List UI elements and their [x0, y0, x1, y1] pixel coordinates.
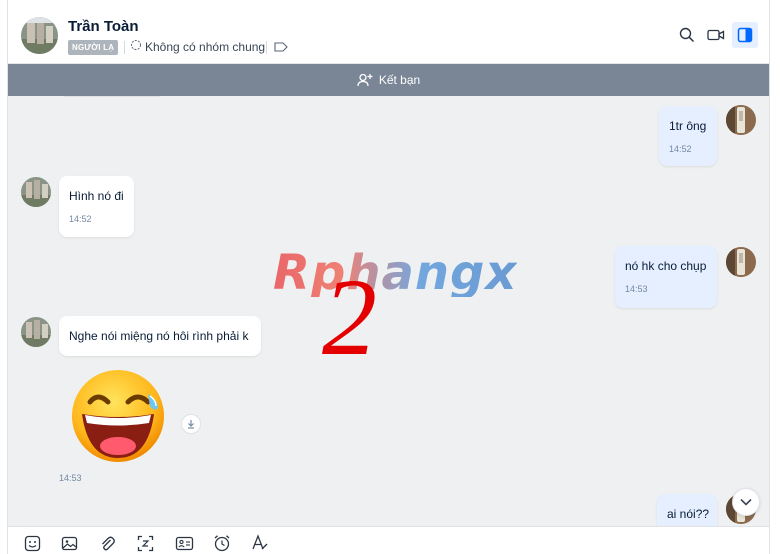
right-panel-edge — [769, 0, 781, 554]
message-list[interactable]: 1tr ông 14:52 Hình nó đi 14:52 nó hk cho… — [8, 96, 769, 526]
search-icon — [679, 27, 695, 43]
header-divider — [266, 41, 267, 54]
outgoing-message[interactable]: ai nói?? — [657, 494, 717, 526]
contact-avatar-small[interactable] — [21, 177, 51, 207]
stranger-badge: NGƯỜI LẠ — [68, 40, 119, 55]
previous-message-edge — [64, 96, 160, 97]
send-image-button[interactable] — [59, 533, 79, 553]
incoming-message[interactable]: Hình nó đi 14:52 — [59, 176, 134, 237]
add-user-icon — [357, 73, 373, 87]
screenshot-icon — [137, 535, 153, 551]
group-icon — [131, 40, 141, 50]
screenshot-button[interactable] — [135, 533, 155, 553]
video-call-button[interactable] — [703, 22, 729, 48]
chat-header: Trần Toàn NGƯỜI LẠ Không có nhóm chung — [8, 4, 769, 64]
message-time: 14:52 — [69, 214, 92, 224]
message-text: 1tr ông — [669, 119, 707, 133]
chevron-down-icon — [740, 498, 752, 506]
incoming-message[interactable]: Nghe nói miệng nó hôi rình phải k — [59, 316, 261, 356]
download-sticker-button[interactable] — [181, 414, 201, 434]
sidebar-panel-icon — [737, 27, 753, 43]
header-divider — [124, 41, 125, 54]
watermark-brand: Rphangx — [273, 245, 518, 301]
message-time: 14:52 — [669, 144, 692, 154]
contact-name: Trần Toàn — [68, 18, 139, 35]
laughing-tears-emoji-sticker[interactable] — [68, 366, 168, 466]
my-avatar[interactable] — [726, 247, 756, 277]
text-format-button[interactable] — [250, 533, 270, 553]
outgoing-message[interactable]: nó hk cho chụp 14:53 — [615, 246, 717, 308]
sticker-icon — [24, 535, 40, 551]
contact-avatar-small[interactable] — [21, 317, 51, 347]
reminder-button[interactable] — [212, 533, 232, 553]
composer-toolbar — [8, 526, 769, 554]
left-panel-edge — [0, 0, 8, 554]
contact-card-icon — [175, 536, 193, 550]
reminder-icon — [214, 535, 230, 552]
contact-avatar[interactable] — [21, 17, 58, 54]
conversation-info-button[interactable] — [732, 22, 758, 48]
message-time: 14:53 — [625, 284, 648, 294]
tag-icon[interactable] — [274, 42, 288, 52]
message-time: 14:53 — [59, 473, 82, 483]
message-text: nó hk cho chụp — [625, 259, 707, 273]
search-button[interactable] — [674, 22, 700, 48]
sticker-button[interactable] — [22, 533, 42, 553]
outgoing-message[interactable]: 1tr ông 14:52 — [659, 106, 717, 166]
video-camera-icon — [707, 29, 725, 41]
message-text: Nghe nói miệng nó hôi rình phải k — [69, 329, 249, 343]
attachment-icon — [101, 536, 115, 550]
message-text: Hình nó đi — [69, 189, 124, 203]
image-icon — [61, 536, 77, 550]
watermark-number: 2 — [322, 256, 377, 378]
scroll-to-bottom-button[interactable] — [732, 488, 760, 516]
add-friend-label: Kết bạn — [378, 73, 421, 87]
my-avatar[interactable] — [726, 105, 756, 135]
common-group-status[interactable]: Không có nhóm chung — [145, 40, 265, 54]
download-icon — [188, 420, 194, 429]
send-contact-card-button[interactable] — [174, 533, 194, 553]
text-format-icon — [252, 534, 268, 550]
message-text: ai nói?? — [667, 507, 710, 521]
attach-file-button[interactable] — [97, 533, 117, 553]
add-friend-button[interactable]: Kết bạn — [357, 73, 420, 87]
add-friend-bar: Kết bạn — [8, 64, 769, 96]
